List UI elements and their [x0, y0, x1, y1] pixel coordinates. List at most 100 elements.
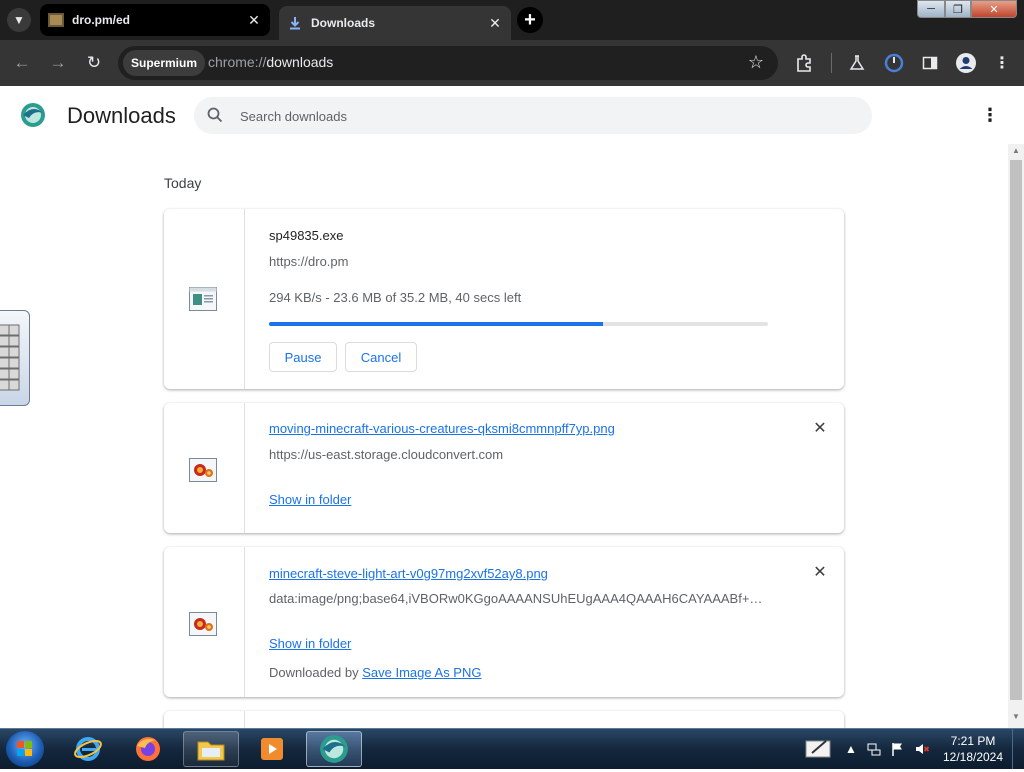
page-scrollbar[interactable]: ▲ ▼ — [1008, 144, 1024, 728]
close-icon[interactable]: ✕ — [246, 12, 262, 28]
scroll-thumb[interactable] — [1010, 160, 1022, 700]
file-icon-column — [164, 403, 245, 533]
url-text[interactable]: chrome://downloads — [208, 54, 333, 70]
download-source-url: https://us-east.storage.cloudconvert.com — [269, 447, 504, 462]
page-title: Downloads — [67, 103, 176, 128]
bookmark-star-icon[interactable]: ☆ — [748, 52, 764, 73]
file-explorer-taskbar-button[interactable] — [183, 731, 239, 767]
site-chip[interactable]: Supermium — [123, 50, 206, 76]
download-card-in-progress: sp49835.exe https://dro.pm 294 KB/s - 23… — [164, 209, 844, 389]
download-filename-link[interactable]: moving-minecraft-various-creatures-qksmi… — [269, 421, 615, 436]
download-progress-bar — [269, 322, 768, 326]
profile-avatar-icon[interactable] — [954, 51, 978, 75]
chevron-down-icon: ▼ — [13, 13, 25, 27]
firefox-taskbar-button[interactable] — [120, 731, 176, 767]
supermium-taskbar-button[interactable] — [306, 731, 362, 767]
download-favicon-icon — [287, 15, 303, 31]
minimize-button[interactable]: ─ — [917, 0, 945, 18]
pause-button[interactable]: Pause — [269, 342, 337, 372]
download-filename: sp49835.exe — [269, 228, 344, 243]
file-icon-column — [164, 547, 245, 697]
network-icon[interactable] — [866, 741, 882, 757]
tab-dro-pm[interactable]: dro.pm/ed ✕ — [40, 4, 270, 36]
supermium-logo-icon — [20, 102, 46, 128]
remove-from-list-icon[interactable]: ✕ — [812, 564, 828, 581]
internet-explorer-icon — [74, 737, 102, 761]
browser-toolbar: ← → ↻ Supermium chrome://downloads ☆ ⋮ — [0, 40, 1024, 86]
minimize-icon: ─ — [927, 3, 935, 15]
tab-title: dro.pm/ed — [72, 13, 131, 27]
action-center-flag-icon[interactable] — [890, 741, 906, 757]
download-source-url: https://dro.pm — [269, 254, 349, 269]
folder-icon — [197, 741, 225, 761]
supermium-logo-icon — [320, 735, 348, 763]
file-icon-column — [164, 209, 245, 389]
image-file-icon — [189, 612, 217, 636]
search-icon — [206, 106, 224, 124]
system-clock[interactable]: 7:21 PM 12/18/2024 — [938, 733, 1008, 765]
scroll-down-arrow-icon[interactable]: ▼ — [1008, 712, 1024, 726]
tab-downloads[interactable]: Downloads ✕ — [279, 6, 511, 40]
scroll-up-arrow-icon[interactable]: ▲ — [1008, 146, 1024, 160]
url-host: downloads — [266, 54, 334, 70]
performance-icon[interactable] — [882, 51, 906, 75]
tab-title: Downloads — [311, 16, 376, 30]
close-window-button[interactable]: ✕ — [971, 0, 1017, 18]
page-favicon-icon — [48, 12, 64, 28]
browser-menu-icon[interactable]: ⋮ — [990, 51, 1014, 75]
windows-taskbar: ▲ 7:21 PM 12/18/2024 — [0, 728, 1024, 769]
downloads-header: Downloads ⋮ — [0, 86, 1024, 144]
internet-explorer-taskbar-button[interactable] — [60, 731, 116, 767]
tab-search-button[interactable]: ▼ — [7, 8, 31, 32]
clock-date: 12/18/2024 — [942, 750, 1004, 764]
arrow-right-icon: → — [49, 53, 67, 72]
media-player-taskbar-button[interactable] — [244, 731, 300, 767]
show-in-folder-link[interactable]: Show in folder — [269, 636, 351, 651]
remove-from-list-icon[interactable]: ✕ — [812, 420, 828, 437]
show-desktop-button[interactable] — [1012, 729, 1024, 769]
search-box[interactable] — [194, 97, 872, 136]
show-hidden-icons-icon[interactable]: ▲ — [843, 741, 859, 757]
start-button[interactable] — [6, 731, 44, 767]
clock-time: 7:21 PM — [950, 734, 996, 748]
toolbar-divider — [831, 53, 832, 73]
show-in-folder-link[interactable]: Show in folder — [269, 492, 351, 507]
downloaded-by-prefix: Downloaded by — [269, 665, 359, 680]
url-scheme: chrome:// — [208, 54, 267, 70]
side-panel-icon[interactable] — [918, 51, 942, 75]
download-card-completed: minecraft-steve-light-art-v0g97mg2xvf52a… — [164, 547, 844, 697]
brick-grid-icon — [0, 324, 20, 391]
extensions-icon[interactable] — [792, 51, 816, 75]
plus-icon: + — [524, 8, 536, 31]
back-button[interactable]: ← — [10, 51, 34, 75]
more-actions-icon[interactable]: ⋮ — [980, 105, 1000, 125]
pen-input-icon[interactable] — [804, 737, 834, 761]
labs-flask-icon[interactable] — [845, 51, 869, 75]
exe-file-icon — [189, 287, 217, 311]
download-card-completed: moving-minecraft-various-creatures-qksmi… — [164, 403, 844, 533]
search-input[interactable] — [238, 97, 842, 136]
volume-muted-icon[interactable] — [914, 741, 930, 757]
close-icon: ✕ — [989, 3, 999, 16]
arrow-left-icon: ← — [13, 53, 31, 72]
media-player-icon — [261, 738, 283, 760]
downloaded-by-text: Downloaded by Save Image As PNG — [269, 665, 481, 680]
download-source-url: data:image/png;base64,iVBORw0KGgoAAAANSU… — [269, 591, 769, 606]
address-bar[interactable]: Supermium chrome://downloads ☆ — [118, 46, 778, 80]
new-tab-button[interactable]: + — [517, 7, 543, 33]
download-filename-link[interactable]: minecraft-steve-light-art-v0g97mg2xvf52a… — [269, 566, 548, 581]
window-controls: ─ ❐ ✕ — [917, 0, 1017, 18]
download-progress-fill — [269, 322, 604, 326]
forward-button[interactable]: → — [46, 51, 70, 75]
download-status-text: 294 KB/s - 23.6 MB of 35.2 MB, 40 secs l… — [269, 290, 522, 305]
reload-button[interactable]: ↻ — [82, 51, 106, 75]
close-icon[interactable]: ✕ — [487, 15, 503, 31]
image-file-icon — [189, 458, 217, 482]
on-screen-keyboard-widget[interactable] — [0, 310, 30, 406]
firefox-icon — [136, 737, 160, 761]
cancel-button[interactable]: Cancel — [345, 342, 417, 372]
tab-strip: ▼ dro.pm/ed ✕ Downloads ✕ + ─ ❐ ✕ — [0, 0, 1024, 40]
date-heading: Today — [164, 175, 202, 191]
maximize-button[interactable]: ❐ — [945, 0, 971, 18]
downloaded-by-extension-link[interactable]: Save Image As PNG — [362, 665, 481, 680]
